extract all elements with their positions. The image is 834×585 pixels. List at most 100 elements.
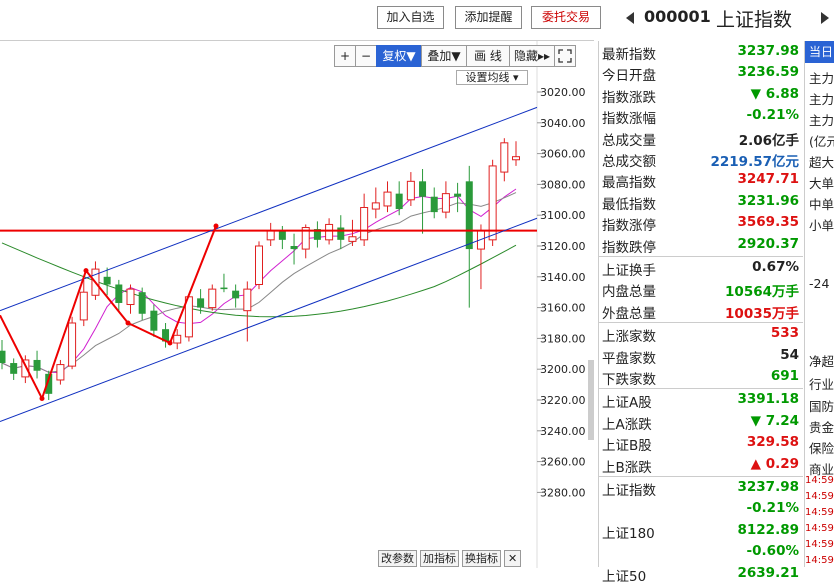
scrollbar[interactable] (588, 360, 594, 440)
tick-time: 14:59 (805, 555, 834, 566)
draw-line-button[interactable]: 画 线 (466, 45, 510, 67)
y-tick-label: 3260.00 (540, 456, 586, 469)
index-name: 上证指数 (716, 9, 793, 31)
flow-label: 大单 (809, 176, 834, 191)
quote-row: 上证180 8122.89 (599, 520, 803, 542)
y-tick-label: 3160.00 (540, 302, 586, 315)
y-tick-label: 3040.00 (540, 117, 586, 130)
arrow-head (167, 340, 173, 346)
quote-row: 平盘家数 54 (599, 345, 803, 367)
quote-label: 上涨家数 (602, 329, 656, 346)
indicator-buttons: 改参数 加指标 换指标 ✕ (378, 550, 524, 567)
add-watchlist-button[interactable]: 加入自选 (377, 6, 444, 29)
add-alert-button[interactable]: 添加提醒 (455, 6, 522, 29)
triangle-right-icon[interactable] (820, 11, 830, 25)
candle-body (488, 165, 497, 241)
quote-label: 指数涨停 (602, 218, 656, 235)
quote-value: 533 (770, 325, 799, 342)
zoom-out-button[interactable]: − (355, 45, 377, 67)
tick-time: 14:59 (805, 539, 834, 550)
candle-body (441, 193, 450, 213)
tick-time: 14:59 (805, 491, 834, 502)
add-indicator-button[interactable]: 加指标 (420, 550, 459, 567)
arrow-head (83, 268, 89, 274)
quote-value: 3391.18 (737, 391, 800, 408)
quote-row: 指数涨幅 -0.21% (599, 105, 803, 127)
trend-arrow (0, 314, 43, 399)
arrow-head (125, 320, 131, 326)
quote-value: 0.67% (752, 259, 799, 275)
candle-body (255, 245, 263, 285)
quote-value: -0.60% (746, 543, 799, 560)
trade-button[interactable]: 委托交易 (531, 6, 601, 29)
y-tick-label: 3120.00 (540, 240, 586, 253)
expand-icon[interactable] (554, 45, 576, 67)
candle-body (126, 288, 135, 306)
quote-value: 8122.89 (737, 521, 800, 538)
flow-label: 主力 (809, 92, 834, 107)
candle-body (173, 334, 182, 344)
candle-body (197, 298, 205, 308)
quote-value: ▼ 7.24 (750, 412, 799, 429)
quote-label: 平盘家数 (602, 350, 656, 367)
quote-value: 10035万手 (725, 305, 799, 322)
quote-label: 最高指数 (602, 175, 656, 192)
flow-label: 主力 (809, 71, 834, 86)
candle-body (243, 288, 252, 312)
tick-time: 14:59 (805, 507, 834, 518)
industry-item: 国防 (809, 399, 834, 414)
switch-indicator-button[interactable]: 换指标 (462, 550, 501, 567)
triangle-left-icon[interactable] (625, 11, 635, 25)
quote-label: 指数涨跌 (602, 89, 656, 106)
candle-body (395, 193, 403, 210)
quote-label: 上证180 (602, 525, 655, 542)
quote-row: 上证换手 0.67% (599, 257, 803, 279)
kline-chart[interactable]: 3280.00 3260.00 3240.00 3220.00 3200.00 3180.… (0, 41, 594, 568)
flow-label: 超大 (809, 155, 834, 170)
change-params-button[interactable]: 改参数 (378, 550, 417, 567)
candle-body (465, 181, 473, 250)
candle-body (360, 207, 369, 241)
quote-row: -0.21% (599, 498, 803, 520)
zoom-in-button[interactable]: + (334, 45, 356, 67)
quote-label: 最低指数 (602, 196, 656, 213)
flow-label: 小单 (809, 218, 834, 233)
quote-row: 上涨家数 533 (599, 323, 803, 345)
set-ma-dropdown[interactable]: 设置均线 ▾ (456, 70, 528, 85)
adjust-dropdown[interactable]: 复权▼ (376, 45, 422, 67)
quote-row: 上证B股 329.58 (599, 432, 803, 454)
kline-chart-area[interactable]: 3280.00 3260.00 3240.00 3220.00 3200.00 3180.… (0, 40, 594, 568)
quote-label: 内盘总量 (602, 284, 656, 301)
quote-value: 691 (770, 368, 799, 384)
arrow-head (39, 395, 45, 401)
quote-value: 3231.96 (737, 192, 800, 209)
quote-value: 329.58 (746, 434, 799, 451)
y-tick-label: 3220.00 (540, 394, 586, 407)
y-tick-label: 3280.00 (540, 486, 586, 499)
y-tick-label: 3020.00 (540, 86, 586, 99)
quote-value: 3237.98 (737, 479, 800, 495)
candle-body (383, 191, 392, 207)
flow-label: 中单 (809, 197, 834, 212)
overlay-dropdown[interactable]: 叠加▼ (421, 45, 467, 67)
candle-body (208, 288, 217, 309)
tab-today[interactable]: 当日 (805, 41, 834, 63)
quote-row: -0.60% (599, 541, 803, 563)
close-icon[interactable]: ✕ (504, 550, 522, 567)
quote-value: ▼ 6.88 (750, 85, 799, 102)
candle-body (419, 181, 427, 197)
quote-value: -0.21% (746, 500, 799, 517)
quote-row: 上证A股 3391.18 (599, 389, 803, 411)
quote-label: 今日开盘 (602, 68, 656, 85)
quote-label: 指数跌停 (602, 239, 656, 256)
quote-label: 总成交额 (602, 154, 656, 170)
quote-row: 指数跌停 2920.37 (599, 234, 803, 256)
hide-button[interactable]: 隐藏▸▸ (509, 45, 555, 67)
flow-value: -24 (809, 276, 830, 291)
quote-label: 上证指数 (602, 483, 656, 499)
candle-body (454, 193, 462, 197)
quote-row: 下跌家数 691 (599, 366, 803, 388)
flow-label: 主力 (809, 113, 834, 128)
quote-value: 2.06亿手 (738, 132, 799, 149)
candle-body (290, 246, 298, 250)
